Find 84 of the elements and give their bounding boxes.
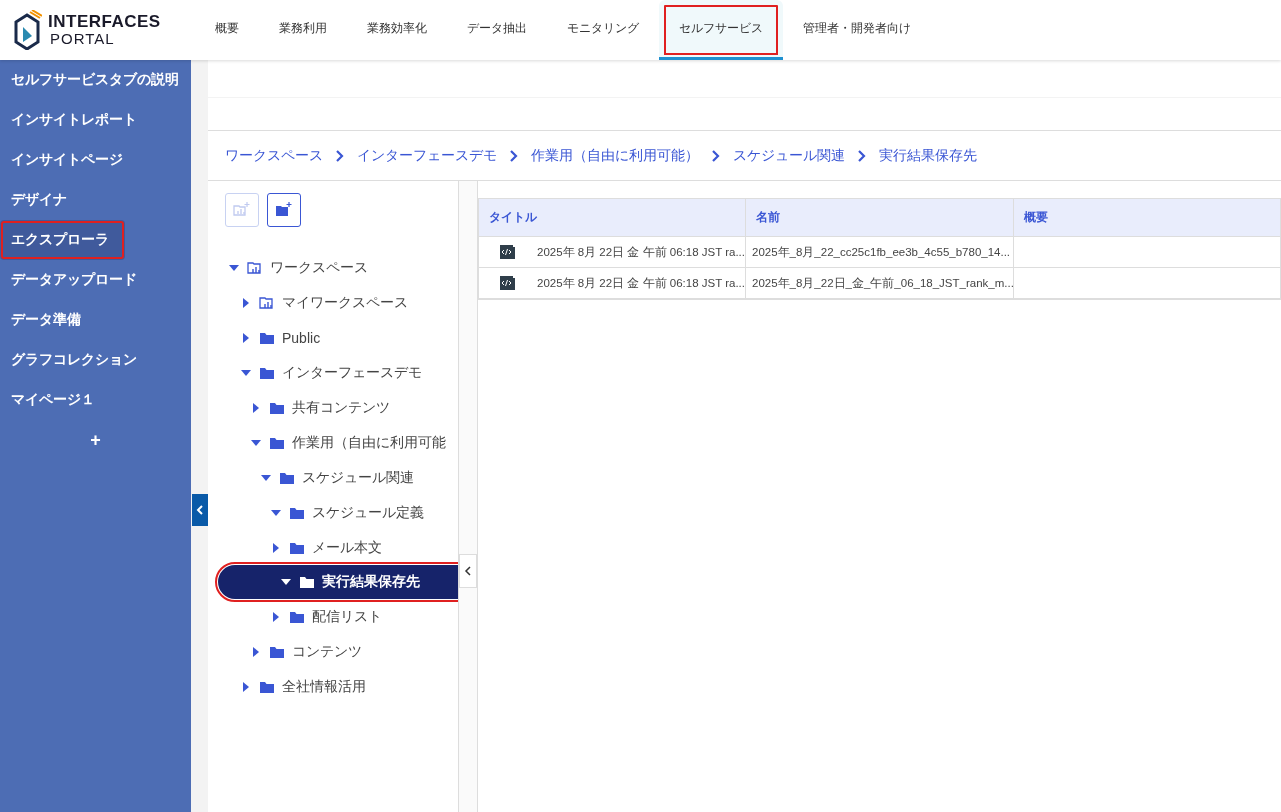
sidebar-item[interactable]: セルフサービスタブの説明 [0, 60, 191, 100]
nav-tab[interactable]: モニタリング [547, 0, 659, 60]
tree-node[interactable]: インターフェースデモ [208, 355, 458, 390]
breadcrumb-link[interactable]: ワークスペース [225, 146, 323, 165]
folder-icon [269, 435, 285, 450]
tree-node-label: インターフェースデモ [282, 363, 422, 382]
breadcrumb-link[interactable]: 実行結果保存先 [879, 146, 977, 165]
new-folder-button[interactable] [267, 193, 301, 227]
sidebar-item[interactable]: マイページ１ [0, 380, 191, 420]
tree-node-label: 全社情報活用 [282, 677, 366, 696]
folder-icon [289, 609, 305, 624]
nav-tab[interactable]: 管理者・開発者向け [783, 0, 931, 60]
table-cell: 2025年 8月 22日 金 午前 06:18 JST ra... [537, 244, 745, 260]
tree-node[interactable]: 全社情報活用 [208, 669, 458, 704]
table-cell: 2025年_8月_22日_金_午前_06_18_JST_rank_m... [752, 275, 1013, 291]
breadcrumb-link[interactable]: 作業用（自由に利用可能） [531, 146, 699, 165]
sidebar-item[interactable]: データ準備 [0, 300, 191, 340]
tree-node[interactable]: 共有コンテンツ [208, 390, 458, 425]
workspace-icon [259, 295, 275, 310]
tree-node-label: 共有コンテンツ [292, 398, 390, 417]
tree-node-label: スケジュール定義 [312, 503, 424, 522]
column-header[interactable]: 名前 [746, 199, 1014, 236]
nav-tab[interactable]: 概要 [195, 0, 259, 60]
logo-subtitle: PORTAL [49, 31, 116, 47]
tree-node-label: コンテンツ [292, 642, 362, 661]
add-folder-icon [275, 202, 293, 218]
sidebar-item[interactable]: エクスプローラ [0, 220, 125, 260]
workspace-icon [247, 260, 263, 275]
chevron-left-icon [196, 505, 204, 515]
breadcrumb-link[interactable]: スケジュール関連 [733, 146, 845, 165]
chevron-right-icon [857, 148, 867, 163]
logo-icon [12, 10, 42, 50]
folder-icon [289, 505, 305, 520]
breadcrumb-link[interactable]: インターフェースデモ [357, 146, 497, 165]
tree-node-label: スケジュール関連 [302, 468, 414, 487]
tree-node[interactable]: 実行結果保存先 [218, 565, 458, 599]
tree-node[interactable]: ワークスペース [208, 250, 458, 285]
tree-node[interactable]: 配信リスト [208, 599, 458, 634]
folder-icon [259, 365, 275, 380]
chevron-right-icon [335, 148, 345, 163]
folder-icon [289, 540, 305, 555]
code-file-icon [499, 275, 515, 291]
sidebar-item[interactable]: グラフコレクション [0, 340, 191, 380]
tree-node-label: マイワークスペース [282, 293, 408, 312]
tree-node[interactable]: スケジュール関連 [208, 460, 458, 495]
logo-title: INTERFACES [48, 13, 161, 32]
tree-node-label: メール本文 [312, 538, 382, 557]
chevron-left-icon [464, 566, 472, 576]
add-page-button[interactable]: + [0, 420, 191, 460]
add-workspace-icon [233, 202, 251, 218]
folder-icon [269, 400, 285, 415]
tree-node[interactable]: Public [208, 320, 458, 355]
column-header[interactable]: 概要 [1014, 199, 1281, 236]
column-header[interactable]: タイトル [479, 199, 746, 236]
tree-node[interactable]: 作業用（自由に利用可能 [208, 425, 458, 460]
chevron-right-icon [509, 148, 519, 163]
tree-node-label: 作業用（自由に利用可能 [292, 433, 446, 452]
folder-icon [299, 575, 315, 589]
sidebar-item[interactable]: インサイトレポート [0, 100, 191, 140]
tree-node-label: ワークスペース [270, 258, 368, 277]
sidebar-item[interactable]: インサイトページ [0, 140, 191, 180]
nav-tab[interactable]: 業務利用 [259, 0, 347, 60]
tree-node-label: 配信リスト [312, 607, 382, 626]
folder-icon [279, 470, 295, 485]
folder-icon [269, 644, 285, 659]
sidebar-item[interactable]: デザイナ [0, 180, 191, 220]
folder-icon [259, 330, 275, 345]
nav-tab[interactable]: 業務効率化 [347, 0, 447, 60]
collapse-tree-button[interactable] [459, 554, 477, 588]
tree-node[interactable]: スケジュール定義 [208, 495, 458, 530]
tree-node[interactable]: コンテンツ [208, 634, 458, 669]
folder-icon [259, 679, 275, 694]
nav-tab[interactable]: データ抽出 [447, 0, 547, 60]
table-cell: 2025年 8月 22日 金 午前 06:18 JST ra... [537, 275, 745, 291]
chevron-right-icon [711, 148, 721, 163]
tree-node-label: 実行結果保存先 [322, 573, 420, 591]
tree-node[interactable]: マイワークスペース [208, 285, 458, 320]
tree-node-label: Public [282, 329, 321, 346]
collapse-sidebar-button[interactable] [192, 494, 208, 526]
sidebar-item[interactable]: データアップロード [0, 260, 191, 300]
table-cell: 2025年_8月_22_cc25c1fb_ee3b_4c55_b780_14... [752, 244, 1011, 260]
code-file-icon [499, 244, 515, 260]
nav-tab[interactable]: セルフサービス [659, 0, 783, 60]
tree-node[interactable]: メール本文 [208, 530, 458, 565]
